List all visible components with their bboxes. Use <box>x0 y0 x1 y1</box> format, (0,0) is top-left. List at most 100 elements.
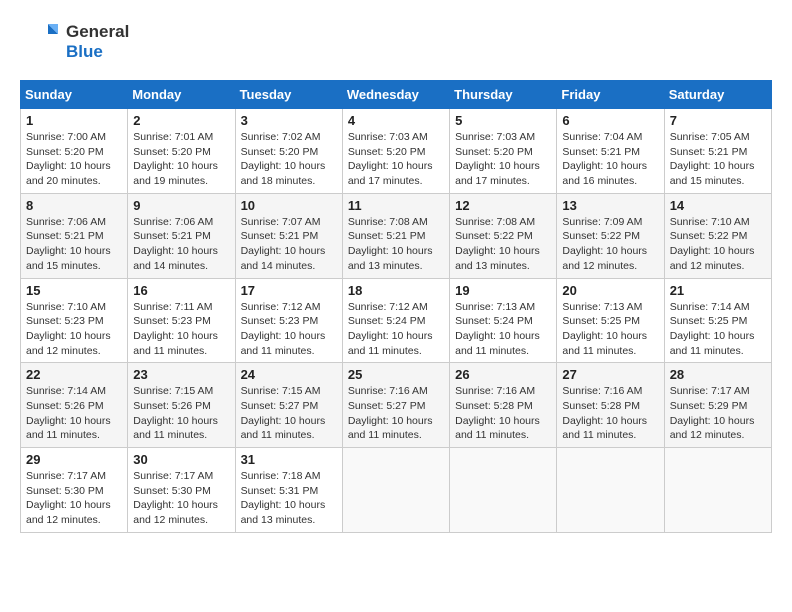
col-header-tuesday: Tuesday <box>235 81 342 109</box>
calendar-cell: 28 Sunrise: 7:17 AMSunset: 5:29 PMDayligh… <box>664 363 771 448</box>
col-header-wednesday: Wednesday <box>342 81 449 109</box>
calendar-cell: 22 Sunrise: 7:14 AMSunset: 5:26 PMDayligh… <box>21 363 128 448</box>
day-info: Sunrise: 7:02 AMSunset: 5:20 PMDaylight:… <box>241 130 337 189</box>
day-number: 21 <box>670 283 766 298</box>
calendar-cell: 27 Sunrise: 7:16 AMSunset: 5:28 PMDayligh… <box>557 363 664 448</box>
day-number: 2 <box>133 113 229 128</box>
calendar-cell: 10 Sunrise: 7:07 AMSunset: 5:21 PMDayligh… <box>235 193 342 278</box>
calendar-cell: 5 Sunrise: 7:03 AMSunset: 5:20 PMDaylight… <box>450 109 557 194</box>
day-number: 5 <box>455 113 551 128</box>
day-number: 13 <box>562 198 658 213</box>
calendar-week-4: 22 Sunrise: 7:14 AMSunset: 5:26 PMDayligh… <box>21 363 772 448</box>
calendar-cell: 26 Sunrise: 7:16 AMSunset: 5:28 PMDayligh… <box>450 363 557 448</box>
calendar: SundayMondayTuesdayWednesdayThursdayFrid… <box>20 80 772 533</box>
col-header-thursday: Thursday <box>450 81 557 109</box>
calendar-cell: 17 Sunrise: 7:12 AMSunset: 5:23 PMDayligh… <box>235 278 342 363</box>
calendar-cell: 13 Sunrise: 7:09 AMSunset: 5:22 PMDayligh… <box>557 193 664 278</box>
day-number: 29 <box>26 452 122 467</box>
calendar-cell: 1 Sunrise: 7:00 AMSunset: 5:20 PMDaylight… <box>21 109 128 194</box>
day-info: Sunrise: 7:03 AMSunset: 5:20 PMDaylight:… <box>348 130 444 189</box>
day-number: 22 <box>26 367 122 382</box>
day-info: Sunrise: 7:03 AMSunset: 5:20 PMDaylight:… <box>455 130 551 189</box>
day-number: 6 <box>562 113 658 128</box>
day-info: Sunrise: 7:13 AMSunset: 5:25 PMDaylight:… <box>562 300 658 359</box>
day-info: Sunrise: 7:14 AMSunset: 5:25 PMDaylight:… <box>670 300 766 359</box>
day-number: 9 <box>133 198 229 213</box>
day-info: Sunrise: 7:12 AMSunset: 5:23 PMDaylight:… <box>241 300 337 359</box>
calendar-cell: 25 Sunrise: 7:16 AMSunset: 5:27 PMDayligh… <box>342 363 449 448</box>
day-info: Sunrise: 7:16 AMSunset: 5:28 PMDaylight:… <box>455 384 551 443</box>
day-number: 17 <box>241 283 337 298</box>
day-info: Sunrise: 7:06 AMSunset: 5:21 PMDaylight:… <box>26 215 122 274</box>
day-number: 10 <box>241 198 337 213</box>
day-number: 19 <box>455 283 551 298</box>
col-header-monday: Monday <box>128 81 235 109</box>
col-header-saturday: Saturday <box>664 81 771 109</box>
day-info: Sunrise: 7:10 AMSunset: 5:23 PMDaylight:… <box>26 300 122 359</box>
day-info: Sunrise: 7:16 AMSunset: 5:27 PMDaylight:… <box>348 384 444 443</box>
calendar-cell <box>664 448 771 533</box>
day-number: 12 <box>455 198 551 213</box>
calendar-cell: 4Sunrise: 7:03 AMSunset: 5:20 PMDaylight… <box>342 109 449 194</box>
day-info: Sunrise: 7:06 AMSunset: 5:21 PMDaylight:… <box>133 215 229 274</box>
calendar-cell: 21 Sunrise: 7:14 AMSunset: 5:25 PMDayligh… <box>664 278 771 363</box>
day-info: Sunrise: 7:04 AMSunset: 5:21 PMDaylight:… <box>562 130 658 189</box>
day-number: 24 <box>241 367 337 382</box>
day-info: Sunrise: 7:05 AMSunset: 5:21 PMDaylight:… <box>670 130 766 189</box>
calendar-cell: 24 Sunrise: 7:15 AMSunset: 5:27 PMDayligh… <box>235 363 342 448</box>
calendar-cell: 19Sunrise: 7:13 AMSunset: 5:24 PMDayligh… <box>450 278 557 363</box>
calendar-cell: 15 Sunrise: 7:10 AMSunset: 5:23 PMDayligh… <box>21 278 128 363</box>
day-number: 27 <box>562 367 658 382</box>
day-info: Sunrise: 7:16 AMSunset: 5:28 PMDaylight:… <box>562 384 658 443</box>
header: GeneralBlue <box>20 20 772 64</box>
day-info: Sunrise: 7:00 AMSunset: 5:20 PMDaylight:… <box>26 130 122 189</box>
calendar-cell: 16 Sunrise: 7:11 AMSunset: 5:23 PMDayligh… <box>128 278 235 363</box>
day-number: 7 <box>670 113 766 128</box>
logo-text-blue: Blue <box>66 42 129 62</box>
logo-text-general: General <box>66 22 129 42</box>
day-info: Sunrise: 7:09 AMSunset: 5:22 PMDaylight:… <box>562 215 658 274</box>
day-number: 14 <box>670 198 766 213</box>
day-info: Sunrise: 7:01 AMSunset: 5:20 PMDaylight:… <box>133 130 229 189</box>
calendar-cell: 23 Sunrise: 7:15 AMSunset: 5:26 PMDayligh… <box>128 363 235 448</box>
calendar-cell <box>450 448 557 533</box>
day-number: 26 <box>455 367 551 382</box>
day-number: 15 <box>26 283 122 298</box>
day-info: Sunrise: 7:08 AMSunset: 5:21 PMDaylight:… <box>348 215 444 274</box>
day-number: 16 <box>133 283 229 298</box>
calendar-cell: 7 Sunrise: 7:05 AMSunset: 5:21 PMDaylight… <box>664 109 771 194</box>
calendar-cell: 30Sunrise: 7:17 AMSunset: 5:30 PMDayligh… <box>128 448 235 533</box>
logo-icon <box>20 20 60 64</box>
calendar-cell: 31Sunrise: 7:18 AMSunset: 5:31 PMDayligh… <box>235 448 342 533</box>
day-number: 25 <box>348 367 444 382</box>
day-number: 3 <box>241 113 337 128</box>
calendar-week-3: 15 Sunrise: 7:10 AMSunset: 5:23 PMDayligh… <box>21 278 772 363</box>
day-number: 11 <box>348 198 444 213</box>
calendar-cell: 3 Sunrise: 7:02 AMSunset: 5:20 PMDaylight… <box>235 109 342 194</box>
calendar-cell: 29 Sunrise: 7:17 AMSunset: 5:30 PMDayligh… <box>21 448 128 533</box>
col-header-sunday: Sunday <box>21 81 128 109</box>
calendar-header-row: SundayMondayTuesdayWednesdayThursdayFrid… <box>21 81 772 109</box>
day-info: Sunrise: 7:15 AMSunset: 5:27 PMDaylight:… <box>241 384 337 443</box>
calendar-cell: 12Sunrise: 7:08 AMSunset: 5:22 PMDayligh… <box>450 193 557 278</box>
day-info: Sunrise: 7:10 AMSunset: 5:22 PMDaylight:… <box>670 215 766 274</box>
calendar-cell: 20 Sunrise: 7:13 AMSunset: 5:25 PMDayligh… <box>557 278 664 363</box>
day-info: Sunrise: 7:15 AMSunset: 5:26 PMDaylight:… <box>133 384 229 443</box>
day-info: Sunrise: 7:17 AMSunset: 5:29 PMDaylight:… <box>670 384 766 443</box>
day-info: Sunrise: 7:14 AMSunset: 5:26 PMDaylight:… <box>26 384 122 443</box>
calendar-cell: 14 Sunrise: 7:10 AMSunset: 5:22 PMDayligh… <box>664 193 771 278</box>
day-number: 28 <box>670 367 766 382</box>
day-number: 1 <box>26 113 122 128</box>
day-number: 23 <box>133 367 229 382</box>
day-info: Sunrise: 7:07 AMSunset: 5:21 PMDaylight:… <box>241 215 337 274</box>
col-header-friday: Friday <box>557 81 664 109</box>
day-info: Sunrise: 7:17 AMSunset: 5:30 PMDaylight:… <box>26 469 122 528</box>
calendar-week-2: 8Sunrise: 7:06 AMSunset: 5:21 PMDaylight… <box>21 193 772 278</box>
day-info: Sunrise: 7:11 AMSunset: 5:23 PMDaylight:… <box>133 300 229 359</box>
day-number: 20 <box>562 283 658 298</box>
calendar-cell <box>557 448 664 533</box>
calendar-cell: 8Sunrise: 7:06 AMSunset: 5:21 PMDaylight… <box>21 193 128 278</box>
day-number: 18 <box>348 283 444 298</box>
calendar-cell: 9 Sunrise: 7:06 AMSunset: 5:21 PMDaylight… <box>128 193 235 278</box>
calendar-cell: 18Sunrise: 7:12 AMSunset: 5:24 PMDayligh… <box>342 278 449 363</box>
